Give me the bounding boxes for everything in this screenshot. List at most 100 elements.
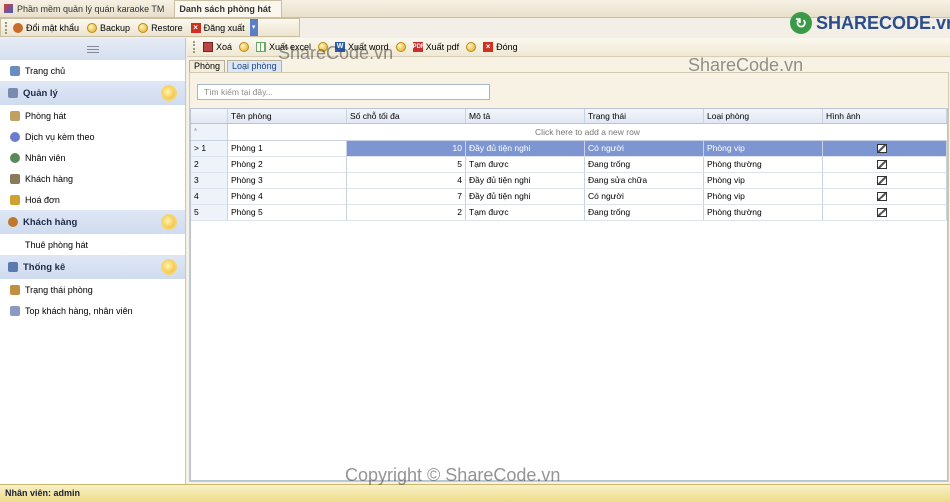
table-row[interactable]: 2 Phòng 2 5 Tạm được Đang trống Phòng thường xyxy=(191,157,947,173)
cell-name[interactable]: Phòng 2 xyxy=(228,157,347,172)
cell-image[interactable] xyxy=(823,141,947,156)
delete-button[interactable]: Xoá xyxy=(200,39,235,55)
logout-button[interactable]: × Đăng xuất xyxy=(188,20,248,36)
sidebar: Trang chủ Quản lý Phòng hát Dịch vụ kèm … xyxy=(0,38,186,484)
search-input[interactable]: Tìm kiếm tại đây... xyxy=(197,84,490,100)
invoice-icon xyxy=(10,194,20,205)
column-header-image[interactable]: Hình ảnh xyxy=(823,109,947,123)
cell-type[interactable]: Phòng vip xyxy=(704,173,823,188)
column-header-status[interactable]: Trạng thái xyxy=(585,109,704,123)
cell-type[interactable]: Phòng vip xyxy=(704,189,823,204)
sidebar-item-home[interactable]: Trang chủ xyxy=(0,60,185,81)
cell-desc[interactable]: Tạm được xyxy=(466,205,585,220)
sidebar-collapse-handle[interactable] xyxy=(0,38,185,60)
statistics-icon xyxy=(8,262,18,272)
tab-room-types[interactable]: Loại phòng xyxy=(227,60,282,72)
cell-image[interactable] xyxy=(823,157,947,172)
status-user-text: Nhân viên: admin xyxy=(5,488,81,498)
window-tab-app[interactable]: Phần mềm quản lý quán karaoke TM xyxy=(0,0,174,17)
cell-image[interactable] xyxy=(823,205,947,220)
sidebar-item-room-status[interactable]: Trạng thái phòng xyxy=(0,279,185,300)
sidebar-group-customers[interactable]: Khách hàng xyxy=(0,210,185,234)
cell-name[interactable]: Phòng 1 xyxy=(228,141,347,156)
group-toggle-icon[interactable] xyxy=(163,87,175,99)
cell-seats[interactable]: 10 xyxy=(347,141,466,156)
group-toggle-icon[interactable] xyxy=(163,216,175,228)
row-header[interactable]: 3 xyxy=(191,173,228,188)
backup-icon xyxy=(87,22,98,33)
cell-image[interactable] xyxy=(823,189,947,204)
export-pdf-button[interactable]: PDF Xuất pdf xyxy=(410,39,463,55)
cell-desc[interactable]: Tạm được xyxy=(466,157,585,172)
cell-seats[interactable]: 4 xyxy=(347,173,466,188)
sidebar-item-label: Hoá đơn xyxy=(25,194,60,205)
cell-seats[interactable]: 7 xyxy=(347,189,466,204)
sidebar-item-staff[interactable]: Nhân viên xyxy=(0,147,185,168)
column-header-seats[interactable]: Số chỗ tối đa xyxy=(347,109,466,123)
row-header[interactable]: 5 xyxy=(191,205,228,220)
column-header-description[interactable]: Mô tả xyxy=(466,109,585,123)
table-row[interactable]: 4 Phòng 4 7 Đầy đủ tiện nghi Có người Phòng v… xyxy=(191,189,947,205)
cell-name[interactable]: Phòng 4 xyxy=(228,189,347,204)
group-toggle-icon[interactable] xyxy=(163,261,175,273)
cell-type[interactable]: Phòng thường xyxy=(704,205,823,220)
cell-image[interactable] xyxy=(823,173,947,188)
change-password-button[interactable]: Đổi mật khẩu xyxy=(10,20,82,36)
cell-status[interactable]: Đang trống xyxy=(585,205,704,220)
logout-label: Đăng xuất xyxy=(203,22,245,33)
sidebar-item-top-customers[interactable]: Top khách hàng, nhân viên xyxy=(0,300,185,321)
close-label: Đóng xyxy=(496,42,518,52)
row-header-column xyxy=(191,109,228,123)
toolbar-grip[interactable] xyxy=(5,21,8,34)
toolbar-grip[interactable] xyxy=(193,41,196,53)
cell-seats[interactable]: 5 xyxy=(347,157,466,172)
close-icon: × xyxy=(483,42,494,52)
cell-status[interactable]: Đang sửa chữa xyxy=(585,173,704,188)
sidebar-item-services[interactable]: Dịch vụ kèm theo xyxy=(0,126,185,147)
sidebar-item-rent-room[interactable]: Thuê phòng hát xyxy=(0,234,185,255)
cell-name[interactable]: Phòng 3 xyxy=(228,173,347,188)
separator-dot-icon xyxy=(239,42,250,52)
table-row[interactable]: > 1 Phòng 1 10 Đầy đủ tiện nghi Có người Phòn… xyxy=(191,141,947,157)
new-row-text: Click here to add a new row xyxy=(535,127,640,137)
table-row[interactable]: 3 Phòng 3 4 Đầy đủ tiện nghi Đang sửa chữa Ph… xyxy=(191,173,947,189)
new-row-indicator: * xyxy=(191,124,228,140)
app-icon xyxy=(4,4,13,13)
room-status-icon xyxy=(10,284,20,295)
sidebar-item-rooms[interactable]: Phòng hát xyxy=(0,105,185,126)
cell-desc[interactable]: Đầy đủ tiện nghi xyxy=(466,141,585,156)
toolbar-overflow-button[interactable]: ▾ xyxy=(249,19,258,36)
column-header-name[interactable]: Tên phòng xyxy=(228,109,347,123)
window-tab-room-list[interactable]: Danh sách phòng hát xyxy=(174,0,282,17)
restore-button[interactable]: Restore xyxy=(135,20,186,36)
sidebar-group-title: Quản lý xyxy=(23,87,58,99)
sidebar-group-statistics[interactable]: Thống kê xyxy=(0,255,185,279)
sidebar-group-management[interactable]: Quản lý xyxy=(0,81,185,105)
cell-name[interactable]: Phòng 5 xyxy=(228,205,347,220)
separator-dot-icon xyxy=(466,42,477,52)
close-button[interactable]: × Đóng xyxy=(480,39,521,55)
excel-icon xyxy=(256,42,267,52)
new-row[interactable]: * Click here to add a new row xyxy=(191,124,947,141)
row-header[interactable]: 4 xyxy=(191,189,228,204)
cell-seats[interactable]: 2 xyxy=(347,205,466,220)
cell-status[interactable]: Có người xyxy=(585,189,704,204)
rent-room-icon xyxy=(10,240,20,250)
cell-desc[interactable]: Đầy đủ tiện nghi xyxy=(466,189,585,204)
cell-status[interactable]: Đang trống xyxy=(585,157,704,172)
sidebar-item-invoices[interactable]: Hoá đơn xyxy=(0,189,185,210)
table-row[interactable]: 5 Phòng 5 2 Tạm được Đang trống Phòng thường xyxy=(191,205,947,221)
cell-type[interactable]: Phòng thường xyxy=(704,157,823,172)
cell-desc[interactable]: Đầy đủ tiện nghi xyxy=(466,173,585,188)
cell-type[interactable]: Phòng vip xyxy=(704,141,823,156)
sidebar-group-title: Thống kê xyxy=(23,261,66,273)
home-icon xyxy=(10,65,20,76)
backup-button[interactable]: Backup xyxy=(84,20,133,36)
tab-rooms[interactable]: Phòng xyxy=(189,60,226,72)
row-header[interactable]: > 1 xyxy=(191,141,228,156)
cell-status[interactable]: Có người xyxy=(585,141,704,156)
sidebar-item-customers[interactable]: Khách hàng xyxy=(0,168,185,189)
row-header[interactable]: 2 xyxy=(191,157,228,172)
column-header-type[interactable]: Loại phòng xyxy=(704,109,823,123)
management-icon xyxy=(8,88,18,98)
